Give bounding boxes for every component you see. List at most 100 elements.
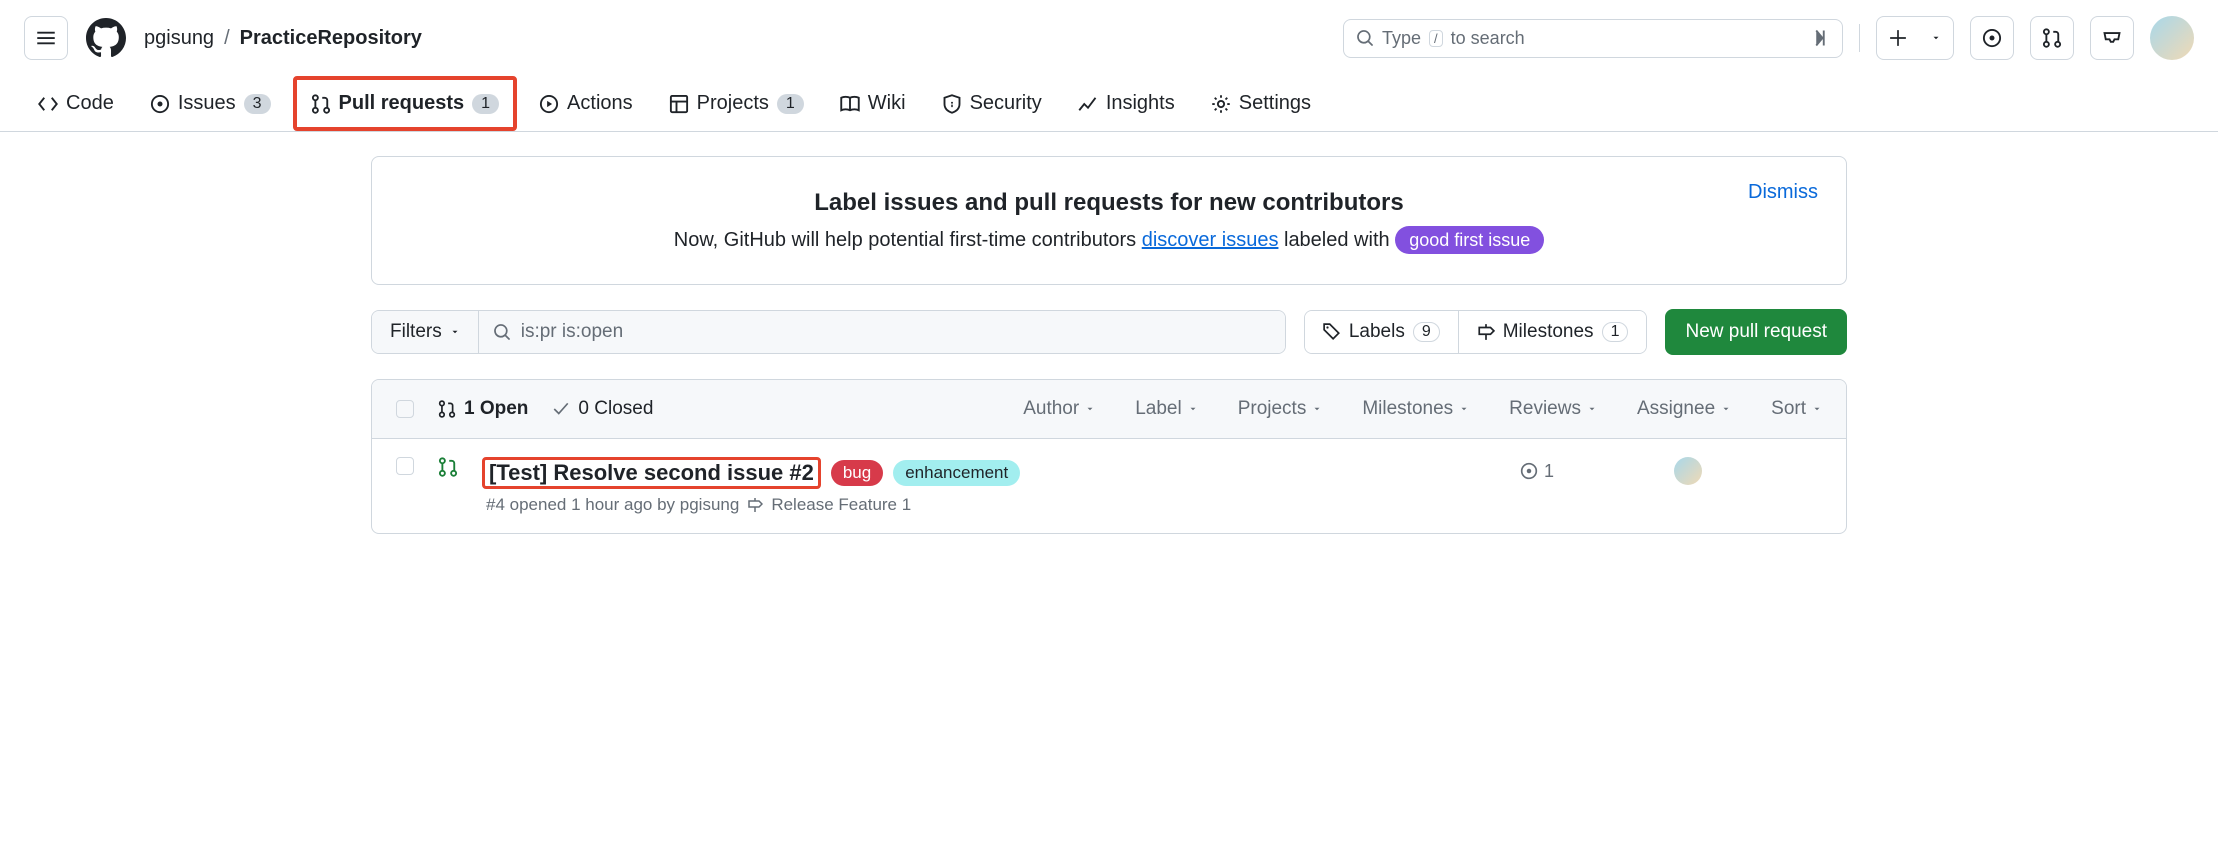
- create-new-dropdown[interactable]: [1876, 16, 1954, 60]
- search-input[interactable]: Type / to search: [1343, 19, 1843, 58]
- nav-projects-label: Projects: [697, 92, 769, 115]
- closed-tab[interactable]: 0 Closed: [552, 398, 653, 420]
- nav-insights-label: Insights: [1106, 92, 1175, 115]
- nav-projects[interactable]: Projects 1: [655, 80, 818, 127]
- milestones-filter[interactable]: Milestones: [1362, 398, 1469, 420]
- nav-settings[interactable]: Settings: [1197, 80, 1325, 127]
- reviews-filter[interactable]: Reviews: [1509, 398, 1597, 420]
- filters-label: Filters: [390, 321, 442, 343]
- labels-label: Labels: [1349, 321, 1405, 343]
- hamburger-menu-button[interactable]: [24, 16, 68, 60]
- notifications-button[interactable]: [2090, 16, 2134, 60]
- play-icon: [539, 94, 559, 114]
- labels-button[interactable]: Labels 9: [1305, 311, 1459, 353]
- select-all-checkbox[interactable]: [396, 400, 414, 418]
- nav-settings-label: Settings: [1239, 92, 1311, 115]
- caret-down-icon: [1085, 404, 1095, 414]
- book-icon: [840, 94, 860, 114]
- tag-icon: [1323, 323, 1341, 341]
- search-placeholder-post: to search: [1451, 28, 1525, 49]
- label-enhancement[interactable]: enhancement: [893, 460, 1020, 486]
- github-icon: [86, 18, 126, 58]
- caret-down-icon: [1721, 404, 1731, 414]
- pr-title[interactable]: [Test] Resolve second issue #2: [482, 457, 821, 489]
- repo-link[interactable]: PracticeRepository: [240, 27, 422, 50]
- github-logo[interactable]: [84, 16, 128, 60]
- linked-issues-count: 1: [1544, 461, 1554, 482]
- git-pull-request-icon: [438, 400, 456, 418]
- shield-icon: [942, 94, 962, 114]
- linked-issues[interactable]: 1: [1520, 461, 1554, 482]
- user-avatar[interactable]: [2150, 16, 2194, 60]
- author-filter[interactable]: Author: [1023, 398, 1095, 420]
- git-pull-request-open-icon: [438, 457, 458, 477]
- nav-wiki[interactable]: Wiki: [826, 80, 920, 127]
- caret-down-icon: [1587, 404, 1597, 414]
- row-checkbox[interactable]: [396, 457, 414, 475]
- check-icon: [552, 400, 570, 418]
- issue-opened-icon: [150, 94, 170, 114]
- gear-icon: [1211, 94, 1231, 114]
- caret-down-icon: [1188, 404, 1198, 414]
- nav-pr-count: 1: [472, 94, 499, 114]
- dismiss-link[interactable]: Dismiss: [1748, 181, 1818, 204]
- pr-meta: #4 opened 1 hour ago by pgisung: [486, 495, 739, 515]
- breadcrumb: pgisung / PracticeRepository: [144, 27, 422, 50]
- caret-down-icon: [1312, 404, 1322, 414]
- closed-label: 0 Closed: [578, 398, 653, 420]
- sort-filter[interactable]: Sort: [1771, 398, 1822, 420]
- divider: [1859, 24, 1860, 52]
- milestones-button[interactable]: Milestones 1: [1459, 311, 1647, 353]
- caret-down-icon: [450, 327, 460, 337]
- nav-pr-label: Pull requests: [339, 92, 465, 115]
- milestone-icon: [747, 497, 763, 513]
- banner-title: Label issues and pull requests for new c…: [412, 189, 1806, 217]
- nav-wiki-label: Wiki: [868, 92, 906, 115]
- pr-row[interactable]: [Test] Resolve second issue #2 bug enhan…: [372, 439, 1846, 533]
- plus-icon: [1889, 29, 1907, 47]
- issues-button[interactable]: [1970, 16, 2014, 60]
- open-label: 1 Open: [464, 398, 528, 420]
- nav-security[interactable]: Security: [928, 80, 1056, 127]
- nav-issues[interactable]: Issues 3: [136, 80, 285, 127]
- milestones-label: Milestones: [1503, 321, 1594, 343]
- git-pull-request-icon: [311, 94, 331, 114]
- nav-projects-count: 1: [777, 94, 804, 114]
- filters-dropdown[interactable]: Filters: [372, 311, 479, 353]
- nav-pull-requests[interactable]: Pull requests 1: [297, 80, 514, 127]
- breadcrumb-separator: /: [224, 27, 230, 50]
- nav-code[interactable]: Code: [24, 80, 128, 127]
- pr-search-input[interactable]: [521, 321, 1271, 343]
- search-icon: [493, 323, 511, 341]
- projects-filter[interactable]: Projects: [1238, 398, 1323, 420]
- label-filter[interactable]: Label: [1135, 398, 1198, 420]
- caret-down-icon: [1459, 404, 1469, 414]
- pr-milestone[interactable]: Release Feature 1: [771, 495, 911, 515]
- issue-opened-icon: [1520, 462, 1538, 480]
- label-bug[interactable]: bug: [831, 460, 883, 486]
- nav-actions[interactable]: Actions: [525, 80, 647, 127]
- nav-insights[interactable]: Insights: [1064, 80, 1189, 127]
- owner-link[interactable]: pgisung: [144, 27, 214, 50]
- discover-issues-link[interactable]: discover issues: [1142, 229, 1279, 251]
- search-kbd: /: [1429, 30, 1443, 47]
- new-pull-request-button[interactable]: New pull request: [1665, 309, 1847, 355]
- assignee-avatar[interactable]: [1674, 457, 1702, 485]
- search-placeholder-pre: Type: [1382, 28, 1421, 49]
- command-palette-icon: [1810, 28, 1830, 48]
- caret-down-icon: [1812, 404, 1822, 414]
- banner-text: Now, GitHub will help potential first-ti…: [412, 229, 1806, 252]
- table-icon: [669, 94, 689, 114]
- contributor-banner: Dismiss Label issues and pull requests f…: [371, 156, 1847, 285]
- nav-issues-label: Issues: [178, 92, 236, 115]
- nav-issues-count: 3: [244, 94, 271, 114]
- labels-count: 9: [1413, 322, 1440, 342]
- nav-security-label: Security: [970, 92, 1042, 115]
- good-first-issue-pill: good first issue: [1395, 226, 1544, 254]
- pull-requests-button[interactable]: [2030, 16, 2074, 60]
- pr-search-wrapper[interactable]: [479, 311, 1285, 353]
- git-pull-request-icon: [2042, 28, 2062, 48]
- open-tab[interactable]: 1 Open: [438, 398, 528, 420]
- assignee-filter[interactable]: Assignee: [1637, 398, 1731, 420]
- nav-actions-label: Actions: [567, 92, 633, 115]
